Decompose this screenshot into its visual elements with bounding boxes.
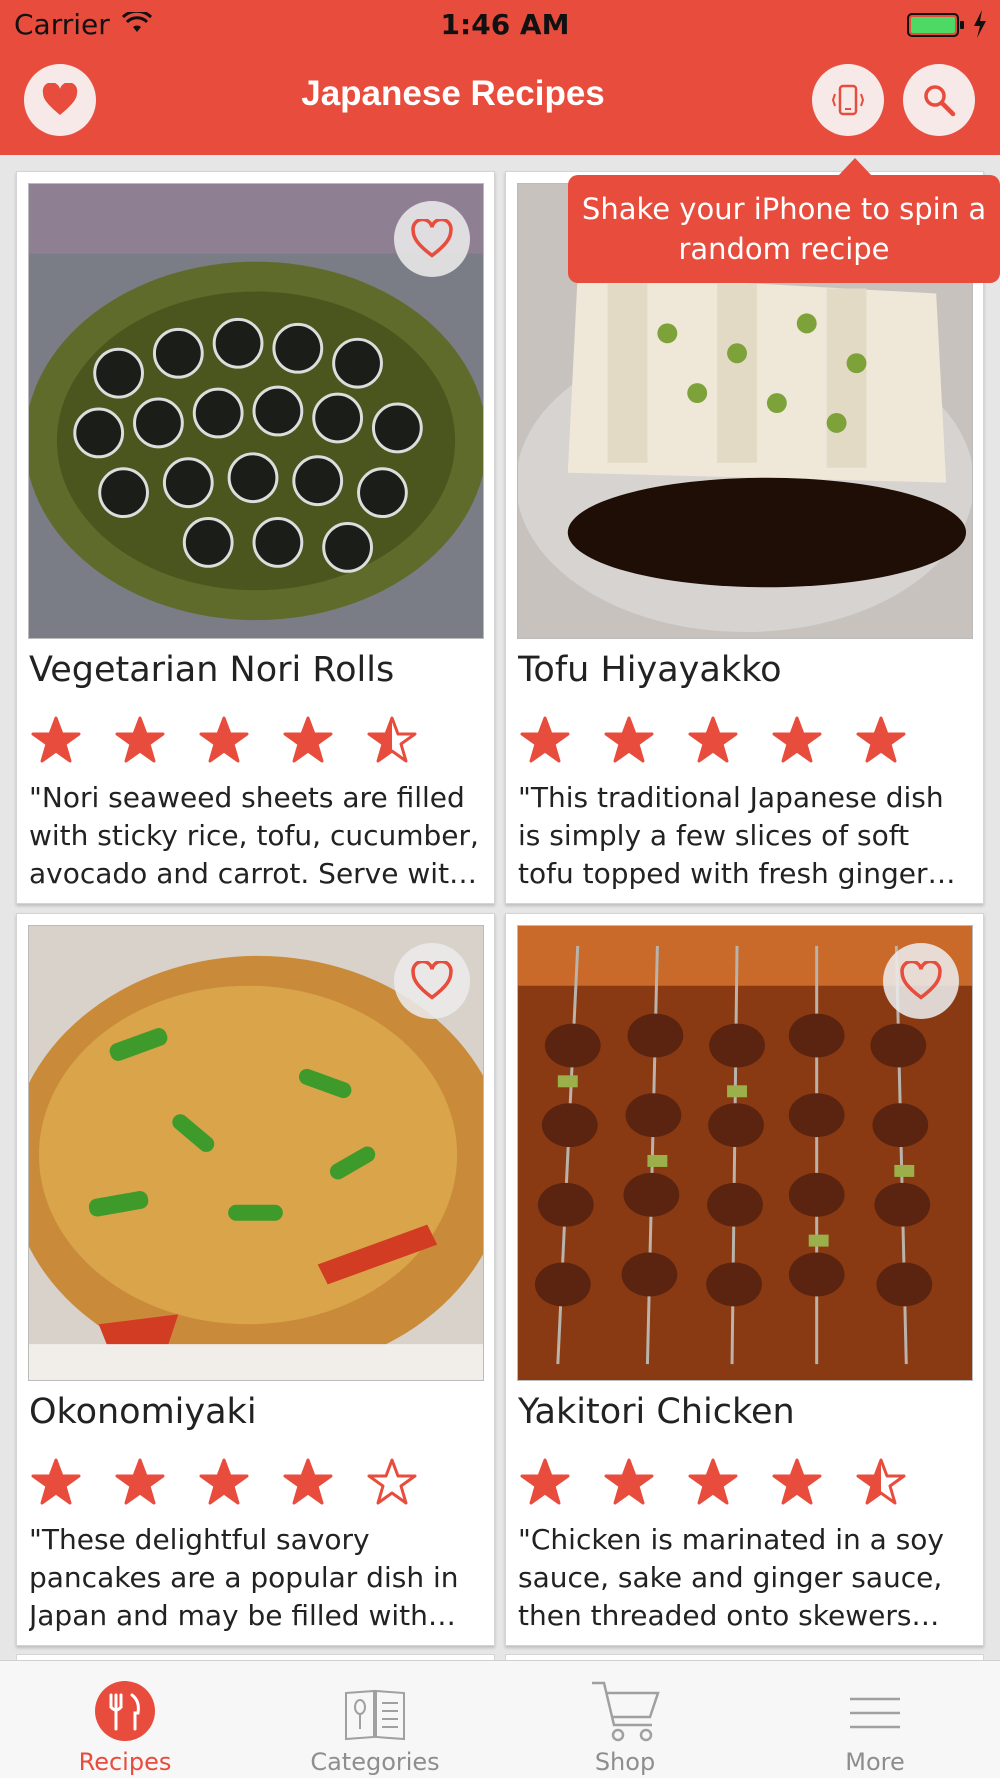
recipe-title: Vegetarian Nori Rolls xyxy=(29,650,395,690)
star-half-icon xyxy=(367,716,417,763)
favorite-button[interactable] xyxy=(394,201,470,277)
search-icon xyxy=(924,85,956,117)
tab-label: More xyxy=(845,1748,905,1776)
rating-stars xyxy=(31,715,471,771)
star-full-icon xyxy=(199,1458,249,1505)
star-full-icon xyxy=(604,716,654,763)
shake-tooltip[interactable]: Shake your iPhone to spin a random recip… xyxy=(568,175,1000,283)
battery-icon xyxy=(907,13,964,37)
shake-phone-icon xyxy=(831,84,865,116)
heart-outline-icon xyxy=(411,961,453,1000)
star-full-icon xyxy=(520,1458,570,1505)
shake-random-button[interactable] xyxy=(812,64,884,136)
tab-shop[interactable]: Shop xyxy=(500,1661,750,1778)
tab-recipes[interactable]: Recipes xyxy=(0,1661,250,1778)
header-bar: Carrier 1:46 AM Japanese Recipes xyxy=(0,0,1000,155)
book-icon xyxy=(345,1689,405,1741)
star-full-icon xyxy=(772,1458,822,1505)
star-full-icon xyxy=(520,716,570,763)
tab-bar: Recipes Categories Shop More xyxy=(0,1660,1000,1778)
star-full-icon xyxy=(115,1458,165,1505)
star-full-icon xyxy=(31,716,81,763)
tab-label: Categories xyxy=(310,1748,440,1776)
star-full-icon xyxy=(115,716,165,763)
recipe-card[interactable]: Yakitori Chicken "Chicken is marinated i… xyxy=(505,913,984,1646)
recipe-description: "These delightful savory pancakes are a … xyxy=(29,1523,459,1632)
star-full-icon xyxy=(772,716,822,763)
charging-bolt-icon xyxy=(974,10,986,38)
recipe-title: Tofu Hiyayakko xyxy=(518,650,782,690)
recipe-description: "Chicken is marinated in a soy sauce, sa… xyxy=(518,1523,944,1632)
tab-categories[interactable]: Categories xyxy=(250,1661,500,1778)
star-full-icon xyxy=(604,1458,654,1505)
page-title: Japanese Recipes xyxy=(301,74,605,113)
tab-label: Shop xyxy=(594,1748,656,1776)
recipe-description: "Nori seaweed sheets are filled with sti… xyxy=(29,781,479,890)
menu-icon xyxy=(850,1697,900,1729)
star-full-icon xyxy=(856,716,906,763)
recipe-title: Okonomiyaki xyxy=(29,1392,257,1432)
tab-more[interactable]: More xyxy=(750,1661,1000,1778)
tab-label: Recipes xyxy=(78,1748,172,1776)
star-full-icon xyxy=(31,1458,81,1505)
heart-outline-icon xyxy=(900,961,942,1000)
rating-stars xyxy=(520,1457,960,1513)
rating-stars xyxy=(520,715,960,771)
star-full-icon xyxy=(283,1458,333,1505)
search-button[interactable] xyxy=(903,64,975,136)
star-full-icon xyxy=(199,716,249,763)
heart-outline-icon xyxy=(411,219,453,258)
recipe-card[interactable]: Okonomiyaki "These delightful savory pan… xyxy=(16,913,495,1646)
star-full-icon xyxy=(283,716,333,763)
star-full-icon xyxy=(688,1458,738,1505)
favorite-button[interactable] xyxy=(883,943,959,1019)
star-half-icon xyxy=(856,1458,906,1505)
star-empty-icon xyxy=(367,1458,417,1505)
status-time: 1:46 AM xyxy=(440,8,570,41)
recipe-description: "This traditional Japanese dish is simpl… xyxy=(518,781,944,890)
star-full-icon xyxy=(688,716,738,763)
fork-knife-icon xyxy=(95,1681,155,1741)
cart-icon xyxy=(592,1681,660,1742)
tooltip-arrow xyxy=(838,158,872,176)
rating-stars xyxy=(31,1457,471,1513)
favorite-button[interactable] xyxy=(394,943,470,1019)
recipe-card[interactable]: Vegetarian Nori Rolls "Nori seaweed shee… xyxy=(16,171,495,904)
recipe-title: Yakitori Chicken xyxy=(518,1392,795,1432)
status-bar: Carrier 1:46 AM xyxy=(0,0,1000,50)
